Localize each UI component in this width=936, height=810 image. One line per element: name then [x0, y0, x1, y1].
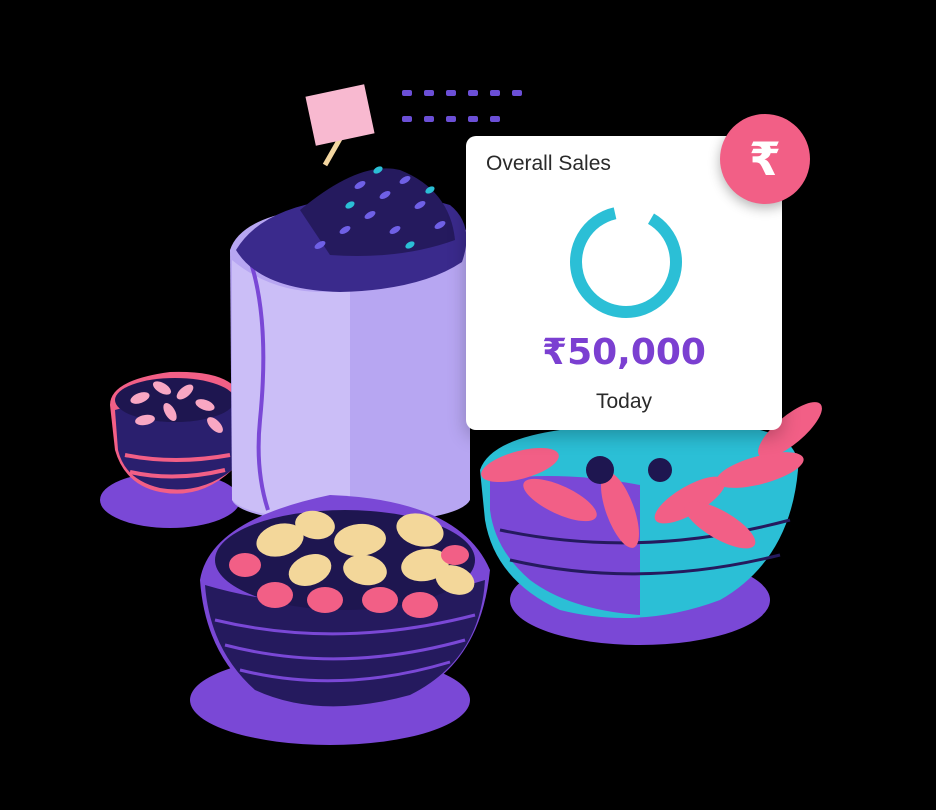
card-title: Overall Sales — [486, 152, 611, 175]
left-flower-basket — [110, 371, 240, 494]
progress-arc — [570, 206, 682, 318]
sales-progress-ring — [570, 206, 682, 318]
dot-pattern — [402, 90, 522, 122]
grain-sack — [230, 84, 470, 525]
sales-amount: ₹50,000 — [542, 332, 706, 373]
rupee-icon: ₹ — [720, 114, 810, 204]
sales-period: Today — [595, 390, 653, 413]
